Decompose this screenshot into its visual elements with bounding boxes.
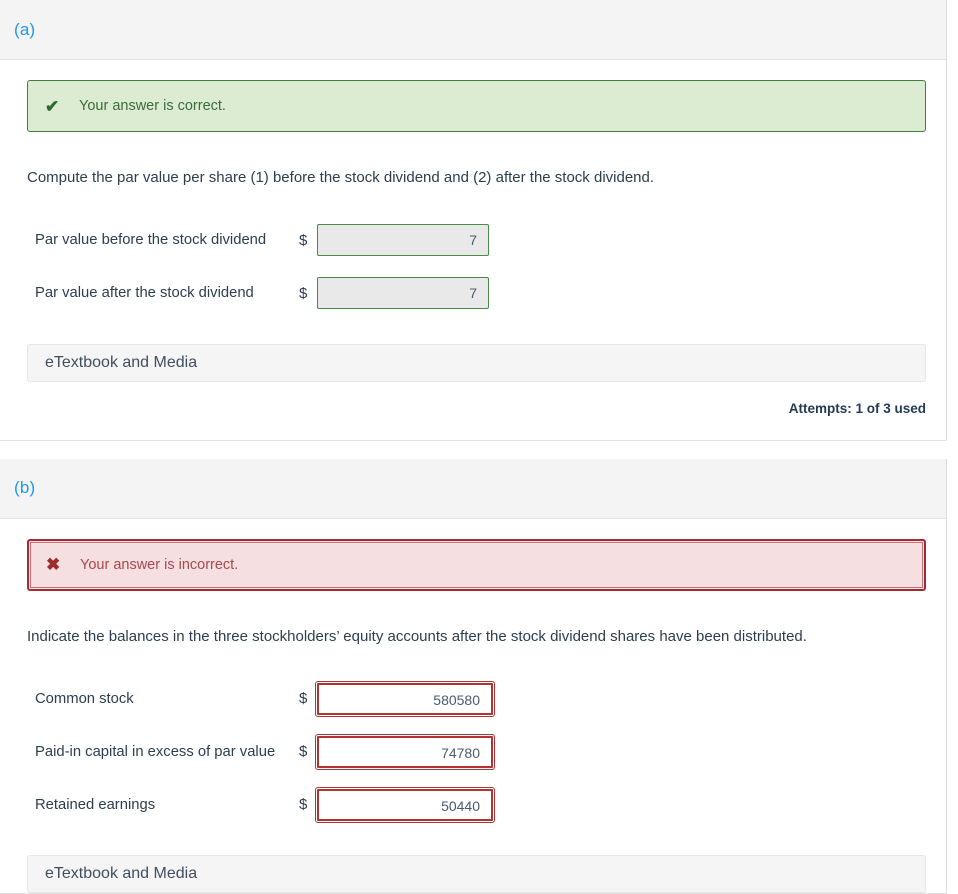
answer-row: Par value after the stock dividend $ 7	[27, 267, 927, 320]
currency-symbol: $	[299, 743, 317, 760]
part-separator	[0, 441, 958, 459]
answer-label: Par value before the stock dividend	[27, 232, 299, 248]
status-message: Your answer is incorrect.	[80, 557, 238, 573]
assignment-page: (a) ✔ Your answer is correct. Compute th…	[0, 0, 958, 894]
part-a-answer-list: Par value before the stock dividend $ 7 …	[27, 214, 927, 320]
part-b-body: ✖ Your answer is incorrect. Indicate the…	[0, 519, 946, 894]
part-b-answer-list: Common stock $ 580580 Paid-in capital in…	[27, 672, 927, 831]
currency-symbol: $	[299, 232, 317, 249]
answer-row: Retained earnings $ 50440	[27, 778, 927, 831]
etextbook-and-media-bar-a[interactable]: eTextbook and Media	[27, 344, 926, 382]
common-stock-input[interactable]: 580580	[317, 683, 493, 715]
answer-label: Retained earnings	[27, 797, 299, 813]
part-a-body: ✔ Your answer is correct. Compute the pa…	[0, 60, 946, 440]
part-a-prompt: Compute the par value per share (1) befo…	[27, 168, 927, 188]
etextbook-link[interactable]: eTextbook and Media	[45, 354, 197, 372]
part-b-header: (b)	[0, 459, 946, 519]
etextbook-link[interactable]: eTextbook and Media	[45, 865, 197, 883]
answer-label: Paid-in capital in excess of par value	[27, 744, 299, 760]
status-banner-incorrect: ✖ Your answer is incorrect.	[27, 539, 926, 591]
part-a-header: (a)	[0, 0, 946, 60]
retained-earnings-input[interactable]: 50440	[317, 789, 493, 821]
question-part-b: (b) ✖ Your answer is incorrect. Indicate…	[0, 459, 947, 894]
answer-row: Common stock $ 580580	[27, 672, 927, 725]
answer-label: Par value after the stock dividend	[27, 285, 299, 301]
question-part-a: (a) ✔ Your answer is correct. Compute th…	[0, 0, 947, 441]
part-b-prompt: Indicate the balances in the three stock…	[27, 627, 927, 647]
currency-symbol: $	[299, 285, 317, 302]
cross-icon: ✖	[46, 556, 80, 573]
attempts-row: Attempts: 1 of 3 used	[27, 400, 926, 440]
attempts-counter: Attempts: 1 of 3 used	[789, 401, 926, 416]
par-value-before-input[interactable]: 7	[317, 224, 489, 256]
paid-in-capital-input[interactable]: 74780	[317, 736, 493, 768]
check-icon: ✔	[45, 98, 79, 115]
currency-symbol: $	[299, 690, 317, 707]
status-message: Your answer is correct.	[79, 98, 226, 114]
etextbook-and-media-bar-b[interactable]: eTextbook and Media	[27, 855, 926, 893]
status-banner-correct: ✔ Your answer is correct.	[27, 80, 926, 132]
answer-row: Paid-in capital in excess of par value $…	[27, 725, 927, 778]
answer-row: Par value before the stock dividend $ 7	[27, 214, 927, 267]
part-a-label: (a)	[14, 20, 35, 40]
answer-label: Common stock	[27, 691, 299, 707]
par-value-after-input[interactable]: 7	[317, 277, 489, 309]
currency-symbol: $	[299, 796, 317, 813]
part-b-label: (b)	[14, 478, 35, 498]
